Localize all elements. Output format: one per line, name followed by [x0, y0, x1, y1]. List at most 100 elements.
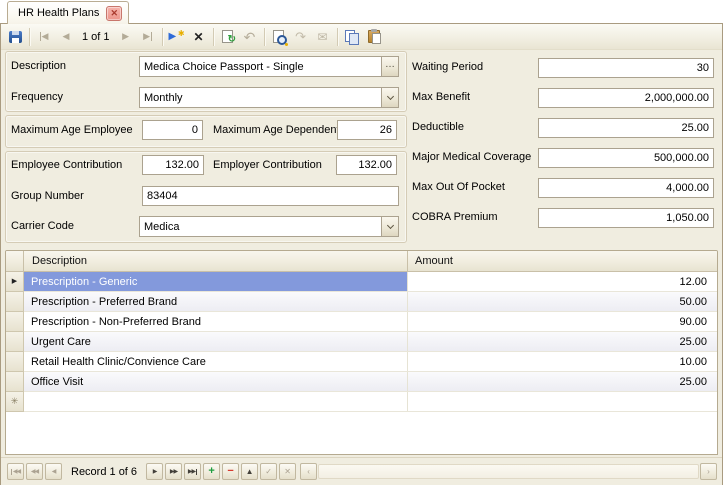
- description-lookup-button[interactable]: …: [381, 57, 398, 76]
- nav-previous-button[interactable]: ◀: [45, 463, 62, 480]
- chevron-down-icon: [386, 92, 393, 99]
- delete-icon: ✕: [194, 31, 204, 43]
- frequency-label: Frequency: [11, 91, 63, 103]
- deductible-field[interactable]: 25.00: [538, 118, 714, 138]
- scroll-right-icon: ›: [707, 468, 710, 476]
- go-to-icon: ↷: [295, 30, 306, 43]
- refresh-button[interactable]: ↻: [217, 26, 239, 48]
- waiting-period-field[interactable]: 30: [538, 58, 714, 78]
- amount-cell[interactable]: [407, 392, 717, 411]
- description-cell[interactable]: Office Visit: [24, 372, 408, 391]
- major-medical-coverage-field[interactable]: 500,000.00: [538, 148, 714, 168]
- amount-cell[interactable]: 12.00: [407, 272, 717, 291]
- employee-contribution-field[interactable]: 132.00: [142, 155, 204, 175]
- employee-contribution-label: Employee Contribution: [11, 159, 122, 171]
- row-selector[interactable]: [6, 332, 24, 352]
- tab-close-button[interactable]: ✕: [106, 6, 122, 21]
- go-to-button[interactable]: ↷: [290, 26, 312, 48]
- grid-header-amount[interactable]: Amount: [408, 251, 717, 271]
- amount-cell[interactable]: 25.00: [407, 372, 717, 391]
- max-age-dependent-label: Maximum Age Dependent: [213, 124, 340, 136]
- amount-cell[interactable]: 10.00: [407, 352, 717, 371]
- nav-edit-button[interactable]: ▲: [241, 463, 258, 480]
- nav-next-page-button[interactable]: ▶▶: [165, 463, 182, 480]
- new-record-button[interactable]: ▶✱: [166, 26, 188, 48]
- amount-cell[interactable]: 90.00: [407, 312, 717, 331]
- nav-last-icon: ▶▶: [188, 469, 197, 475]
- next-record-icon: ▶: [122, 32, 129, 41]
- description-label: Description: [11, 60, 66, 72]
- table-row[interactable]: Prescription - Preferred Brand 50.00: [6, 292, 717, 312]
- nav-next-button[interactable]: ▶: [146, 463, 163, 480]
- row-selector[interactable]: [6, 372, 24, 392]
- frequency-dropdown[interactable]: Monthly: [139, 87, 399, 108]
- paste-button[interactable]: [363, 26, 385, 48]
- cobra-premium-field[interactable]: 1,050.00: [538, 208, 714, 228]
- table-row[interactable]: Urgent Care 25.00: [6, 332, 717, 352]
- grid-header-description[interactable]: Description: [24, 251, 408, 271]
- description-cell[interactable]: Urgent Care: [24, 332, 408, 351]
- plus-icon: +: [208, 466, 214, 477]
- nav-accept-button[interactable]: ✓: [260, 463, 277, 480]
- frequency-dropdown-button[interactable]: [381, 88, 398, 107]
- frequency-value: Monthly: [140, 92, 381, 104]
- undo-button[interactable]: ↶: [239, 26, 261, 48]
- description-cell[interactable]: Prescription - Non-Preferred Brand: [24, 312, 408, 331]
- table-row[interactable]: ▶ Prescription - Generic 12.00: [6, 272, 717, 292]
- carrier-code-dropdown-button[interactable]: [381, 217, 398, 236]
- major-medical-coverage-value: 500,000.00: [539, 152, 713, 164]
- carrier-code-dropdown[interactable]: Medica: [139, 216, 399, 237]
- max-benefit-field[interactable]: 2,000,000.00: [538, 88, 714, 108]
- nav-delete-row-button[interactable]: −: [222, 463, 239, 480]
- save-button[interactable]: [4, 26, 26, 48]
- copy-button[interactable]: [341, 26, 363, 48]
- row-selector[interactable]: [6, 312, 24, 332]
- max-age-dependent-field[interactable]: 26: [337, 120, 397, 140]
- description-cell[interactable]: Retail Health Clinic/Convience Care: [24, 352, 408, 371]
- nav-last-button[interactable]: ▶▶: [184, 463, 201, 480]
- ellipsis-icon: …: [385, 60, 395, 70]
- nav-cancel-button[interactable]: ✕: [279, 463, 296, 480]
- max-out-of-pocket-field[interactable]: 4,000.00: [538, 178, 714, 198]
- row-selector[interactable]: ▶: [6, 272, 24, 292]
- scrollbar-track[interactable]: [318, 464, 699, 479]
- description-cell[interactable]: Prescription - Preferred Brand: [24, 292, 408, 311]
- print-preview-button[interactable]: [268, 26, 290, 48]
- scroll-right-button[interactable]: ›: [700, 463, 717, 480]
- scroll-left-button[interactable]: ‹: [300, 463, 317, 480]
- scroll-left-icon: ‹: [307, 468, 310, 476]
- table-row[interactable]: Prescription - Non-Preferred Brand 90.00: [6, 312, 717, 332]
- table-row[interactable]: Retail Health Clinic/Convience Care 10.0…: [6, 352, 717, 372]
- table-row[interactable]: Office Visit 25.00: [6, 372, 717, 392]
- grid-header-description-label: Description: [32, 255, 87, 267]
- tab-hr-health-plans[interactable]: HR Health Plans ✕: [7, 1, 129, 24]
- description-cell[interactable]: Prescription - Generic: [24, 272, 408, 291]
- max-age-employee-field[interactable]: 0: [142, 120, 203, 140]
- up-triangle-icon: ▲: [246, 468, 254, 476]
- carrier-code-value: Medica: [140, 221, 381, 233]
- nav-add-row-button[interactable]: +: [203, 463, 220, 480]
- previous-record-button[interactable]: ◀: [55, 26, 77, 48]
- row-selector[interactable]: [6, 292, 24, 312]
- nav-previous-page-button[interactable]: ◀◀: [26, 463, 43, 480]
- nav-first-button[interactable]: ◀◀: [7, 463, 24, 480]
- row-selector[interactable]: [6, 352, 24, 372]
- horizontal-scrollbar[interactable]: ‹ ›: [300, 463, 717, 480]
- new-row-selector[interactable]: ✳: [6, 392, 24, 412]
- amount-cell[interactable]: 25.00: [407, 332, 717, 351]
- group-number-field[interactable]: 83404: [142, 186, 399, 206]
- next-record-button[interactable]: ▶: [115, 26, 137, 48]
- first-record-button[interactable]: ◀: [33, 26, 55, 48]
- new-row[interactable]: ✳: [6, 392, 717, 412]
- email-icon: ✉: [318, 31, 328, 43]
- employer-contribution-field[interactable]: 132.00: [336, 155, 397, 175]
- x-icon: ✕: [284, 468, 291, 476]
- description-field[interactable]: Medica Choice Passport - Single …: [139, 56, 399, 77]
- delete-record-button[interactable]: ✕: [188, 26, 210, 48]
- last-record-button[interactable]: ▶: [137, 26, 159, 48]
- toolbar-separator: [213, 28, 214, 46]
- amount-cell[interactable]: 50.00: [407, 292, 717, 311]
- previous-record-icon: ◀: [63, 32, 70, 41]
- email-button[interactable]: ✉: [312, 26, 334, 48]
- description-cell[interactable]: [24, 392, 408, 411]
